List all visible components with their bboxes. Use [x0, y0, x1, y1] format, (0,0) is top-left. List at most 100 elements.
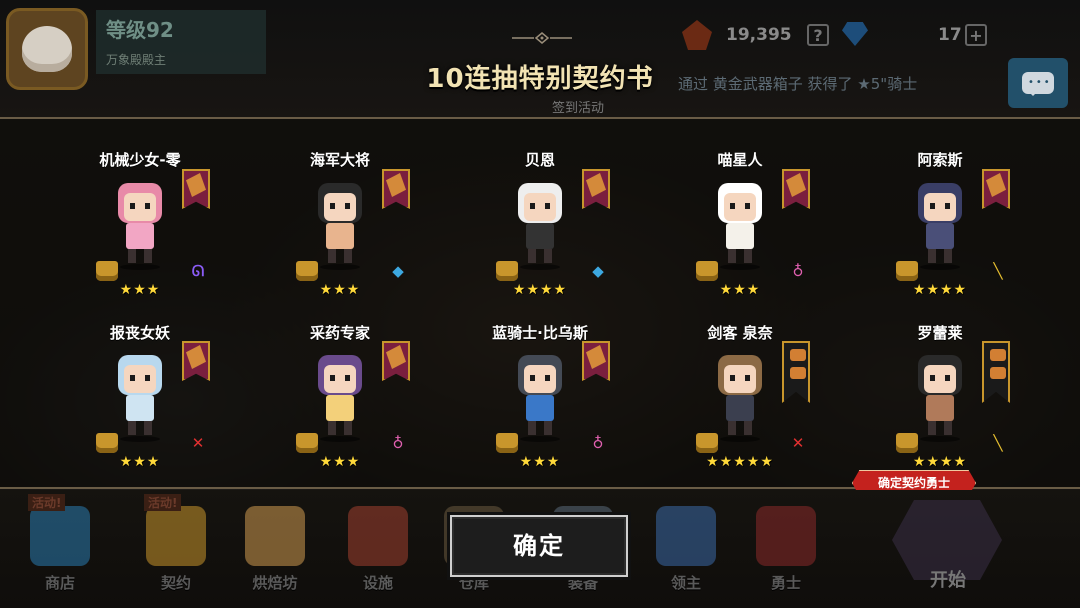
confirm-button[interactable]: 确定: [450, 515, 628, 577]
contract-scroll-icon: [146, 506, 206, 566]
warrior-helmet-icon: [756, 506, 816, 566]
event-badge: 活动!: [28, 494, 66, 511]
hero-name: 罗蕾莱: [917, 324, 963, 342]
banner-emblem-icon: [186, 173, 206, 197]
potion-icon: ♁: [792, 262, 804, 280]
contract-scroll-icon: [96, 261, 118, 281]
contract-scroll-icon: [896, 261, 918, 281]
class-banner-icon: [182, 341, 210, 381]
class-banner-icon: [182, 169, 210, 209]
menu-item[interactable]: 设施: [338, 496, 418, 608]
checkin-event-label: 签到活动: [552, 101, 605, 116]
magic-staff-icon: ᘏ: [191, 262, 205, 280]
contract-scroll-icon: [496, 261, 518, 281]
player-level: 等级92: [106, 18, 174, 42]
hero-sprite: [318, 355, 362, 442]
menu-item[interactable]: 烘焙坊: [235, 496, 315, 608]
menu-item-label: 契约: [160, 574, 191, 592]
class-banner-icon: [382, 169, 410, 209]
class-banner-icon: [782, 341, 810, 403]
hero-card[interactable]: 海军大将 ◆ ★★★: [240, 119, 440, 297]
class-banner-icon: [582, 341, 610, 381]
hero-card[interactable]: 贝恩 ◆ ★★★★: [440, 119, 640, 297]
menu-item[interactable]: 领主: [646, 496, 726, 608]
gold-add-button[interactable]: ?: [807, 24, 829, 46]
axe-icon: ◆: [592, 262, 604, 280]
gem-chest-icon: [30, 506, 90, 566]
hero-star-rating: ★★★★: [912, 454, 968, 470]
hero-card[interactable]: 罗蕾莱 ╲ ★★★★: [840, 291, 1040, 469]
banner-emblem-icon: [990, 367, 1006, 379]
hero-grid: 机械少女-零 ᘏ ★★★ 海军大将 ◆ ★★★ 贝恩 ◆ ★★★★ 喵星人 ♁ ★★★ 阿索斯 ╲ ★★★★…: [40, 119, 1040, 489]
class-banner-icon: [582, 169, 610, 209]
banner-emblem-icon: [790, 367, 806, 379]
banner-emblem-icon: [386, 345, 406, 369]
banner-emblem-icon: [586, 173, 606, 197]
gem-add-button[interactable]: +: [965, 24, 987, 46]
event-badge: 活动!: [144, 494, 182, 511]
contract-scroll-icon: [696, 433, 718, 453]
banner-emblem-icon: [990, 349, 1006, 361]
bakery-icon: [245, 506, 305, 566]
banner-emblem-icon: [386, 173, 406, 197]
potion-icon: ♁: [592, 434, 604, 452]
dagger-icon: ✕: [791, 434, 805, 452]
menu-item[interactable]: 活动! 契约: [136, 494, 216, 608]
lord-shield-icon: [656, 506, 716, 566]
hero-name: 海军大将: [309, 151, 370, 169]
hero-card[interactable]: 报丧女妖 ✕ ★★★: [40, 291, 240, 469]
hero-star-rating: ★★★: [519, 454, 561, 470]
sword-icon: ╲: [993, 262, 1003, 280]
hero-card[interactable]: 机械少女-零 ᘏ ★★★: [40, 119, 240, 297]
class-banner-icon: [782, 169, 810, 209]
start-label[interactable]: 开始: [930, 566, 966, 592]
banner-emblem-icon: [586, 345, 606, 369]
contract-results-panel: 机械少女-零 ᘏ ★★★ 海军大将 ◆ ★★★ 贝恩 ◆ ★★★★ 喵星人 ♁ ★★★ 阿索斯 ╲ ★★★★…: [0, 117, 1080, 489]
hero-card[interactable]: 剑客 泉奈 ✕ ★★★★★: [640, 291, 840, 469]
hero-star-rating: ★★★: [319, 454, 361, 470]
menu-item-label: 设施: [362, 574, 393, 592]
hero-name: 喵星人: [717, 151, 763, 169]
hero-name: 采药专家: [309, 324, 370, 342]
title-ornament-icon: [512, 32, 572, 44]
contract-scroll-icon: [296, 261, 318, 281]
hero-card[interactable]: 蓝骑士·比乌斯 ♁ ★★★: [440, 291, 640, 469]
hero-star-rating: ★★★★★: [706, 454, 774, 470]
hero-name: 贝恩: [524, 151, 555, 169]
hero-name: 机械少女-零: [99, 151, 181, 169]
menu-item-label: 领主: [670, 574, 701, 592]
menu-item-label: 烘焙坊: [252, 574, 298, 592]
menu-item[interactable]: 活动! 商店: [20, 494, 100, 608]
hero-card[interactable]: 阿索斯 ╲ ★★★★: [840, 119, 1040, 297]
contract-scroll-icon: [696, 261, 718, 281]
hero-sprite: [518, 183, 562, 270]
contract-scroll-icon: [96, 433, 118, 453]
menu-item-label: 商店: [44, 574, 75, 592]
class-banner-icon: [982, 169, 1010, 209]
hero-name: 蓝骑士·比乌斯: [492, 324, 588, 342]
class-banner-icon: [382, 341, 410, 381]
sword-icon: ╲: [993, 434, 1003, 452]
facility-icon: [348, 506, 408, 566]
hero-sprite: [718, 355, 762, 442]
hero-sprite: [918, 355, 962, 442]
banner-emblem-icon: [986, 173, 1006, 197]
hero-sprite: [118, 183, 162, 270]
contract-scroll-icon: [896, 433, 918, 453]
hero-sprite: [718, 183, 762, 270]
hero-star-rating: ★★★: [119, 454, 161, 470]
banner-emblem-icon: [186, 345, 206, 369]
contract-scroll-icon: [296, 433, 318, 453]
dialog-title: 10连抽特别契约书: [426, 64, 654, 94]
hero-card[interactable]: 采药专家 ♁ ★★★: [240, 291, 440, 469]
banner-emblem-icon: [786, 173, 806, 197]
hero-name: 剑客 泉奈: [707, 324, 773, 342]
hero-name: 报丧女妖: [109, 324, 170, 342]
hero-card[interactable]: 喵星人 ♁ ★★★: [640, 119, 840, 297]
class-banner-icon: [982, 341, 1010, 403]
menu-item[interactable]: 勇士: [746, 496, 826, 608]
hero-sprite: [518, 355, 562, 442]
menu-item-label: 勇士: [770, 574, 801, 592]
potion-icon: ♁: [392, 434, 404, 452]
banner-emblem-icon: [790, 349, 806, 361]
